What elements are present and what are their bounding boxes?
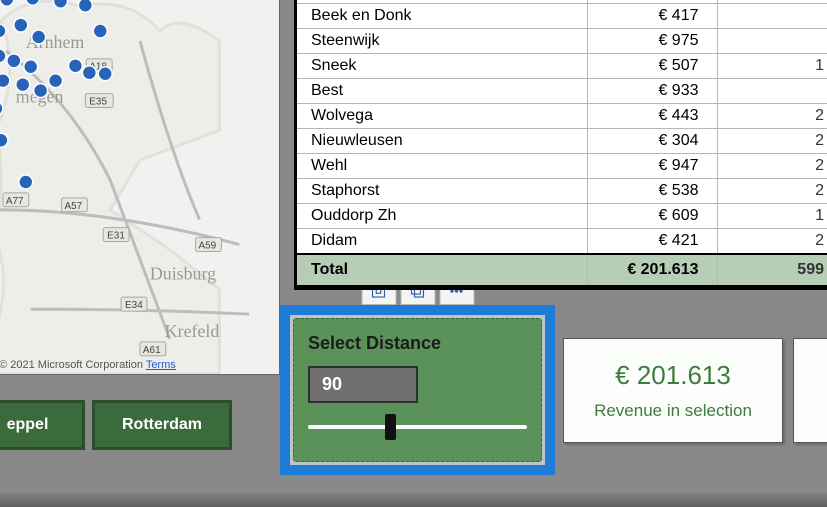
cell-extra: 2 [717,104,827,129]
cell-city: Steenwijk [297,29,587,54]
city-button-rotterdam[interactable]: Rotterdam [92,400,232,450]
table-row[interactable]: Sneek€ 5071 [297,54,827,79]
cell-revenue: € 609 [587,204,717,229]
kpi-revenue: € 201.613 Revenue in selection [563,338,783,443]
table-row[interactable]: Best€ 933 [297,79,827,104]
cell-extra: 2 [717,179,827,204]
cell-city: Didam [297,229,587,255]
table-row[interactable]: Staphorst€ 5382 [297,179,827,204]
cell-extra: 2 [717,129,827,154]
cell-city: Staphorst [297,179,587,204]
city-button-meppel[interactable]: eppel [0,400,85,450]
cell-revenue: € 421 [587,229,717,255]
svg-text:E31: E31 [107,231,125,242]
cell-city: Best [297,79,587,104]
cell-city: Sneek [297,54,587,79]
cell-extra: 1 [717,54,827,79]
cell-extra [717,4,827,29]
svg-text:Duisburg: Duisburg [150,263,216,283]
distance-title: Select Distance [308,333,527,354]
cell-revenue: € 417 [587,4,717,29]
cell-revenue: € 443 [587,104,717,129]
kpi-revenue-value: € 201.613 [615,360,731,391]
table-row[interactable]: Ouddorp Zh€ 6091 [297,204,827,229]
svg-text:A57: A57 [64,201,82,212]
cell-revenue: € 947 [587,154,717,179]
svg-text:Krefeld: Krefeld [165,321,220,341]
svg-text:A61: A61 [143,345,161,356]
cell-extra [717,29,827,54]
cell-extra: 2 [717,154,827,179]
cell-city: Ouddorp Zh [297,204,587,229]
table-row[interactable]: Nieuwleusen€ 3042 [297,129,827,154]
cell-revenue: € 538 [587,179,717,204]
cell-city: Wolvega [297,104,587,129]
table-row[interactable]: Didam€ 4212 [297,229,827,255]
table-row[interactable]: Beek en Donk€ 417 [297,4,827,29]
distance-card[interactable]: Select Distance 90 [293,318,542,462]
kpi-revenue-label: Revenue in selection [594,401,752,421]
table-row[interactable]: Steenwijk€ 975 [297,29,827,54]
distance-value[interactable]: 90 [308,366,418,403]
cell-city: Wehl [297,154,587,179]
table-row[interactable]: Wolvega€ 4432 [297,104,827,129]
cell-revenue: € 933 [587,79,717,104]
terms-link[interactable]: Terms [146,359,176,371]
svg-text:A59: A59 [199,241,217,252]
cell-city: Nieuwleusen [297,129,587,154]
svg-text:E35: E35 [89,97,107,108]
table-row[interactable]: Wehl€ 9472 [297,154,827,179]
svg-text:A77: A77 [6,196,24,207]
map-credit: , © 2021 Microsoft Corporation Terms [0,359,176,371]
kpi-deals: De [793,338,827,443]
slider-thumb[interactable] [385,414,396,440]
cell-revenue: € 507 [587,54,717,79]
cell-revenue: € 304 [587,129,717,154]
revenue-table[interactable]: Heerenveen€ 7682Beek en Donk€ 417 Steenw… [294,0,827,290]
cell-extra: 1 [717,204,827,229]
distance-slider[interactable] [308,425,527,429]
cell-extra [717,79,827,104]
distance-widget-selection: Select Distance 90 [280,305,555,475]
map-panel[interactable]: E35 A18 A77 A57 E31 A59 E34 A61 Duisburg… [0,0,280,375]
window-bottom-bar [0,489,827,507]
cell-revenue: € 975 [587,29,717,54]
svg-text:E34: E34 [125,300,143,311]
table-total-row: Total € 201.613 599 [297,254,827,286]
cell-extra: 2 [717,229,827,255]
cell-city: Beek en Donk [297,4,587,29]
